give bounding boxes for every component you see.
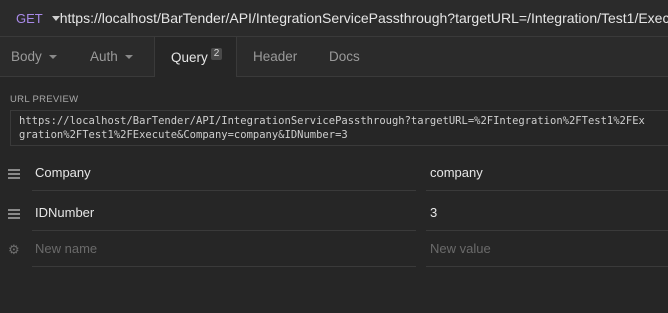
chevron-down-icon <box>48 54 57 59</box>
param-value-input[interactable]: 3 <box>426 194 668 231</box>
tab-label: Header <box>253 49 298 64</box>
tab-docs[interactable]: Docs <box>311 37 371 76</box>
tab-label: Query <box>171 49 208 65</box>
param-name-input[interactable]: IDNumber <box>32 194 416 231</box>
param-value-input[interactable]: company <box>426 154 668 191</box>
query-param-row: Company company <box>0 154 668 192</box>
request-tabs: Body Auth Query 2 Header Docs <box>0 37 668 77</box>
gear-icon[interactable]: ⚙ <box>8 242 20 258</box>
tab-label: Auth <box>90 49 118 64</box>
new-param-name-input[interactable]: New name <box>32 230 416 267</box>
tab-label: Docs <box>329 49 360 64</box>
chevron-down-icon <box>124 54 133 59</box>
url-preview-line: https://localhost/BarTender/API/Integrat… <box>19 115 645 127</box>
chevron-down-icon <box>51 15 60 21</box>
url-input[interactable]: https://localhost/BarTender/API/Integrat… <box>60 10 668 26</box>
method-label: GET <box>16 10 43 26</box>
url-preview-line: gration%2FTest1%2FExecute&Company=compan… <box>19 129 348 141</box>
param-name-input[interactable]: Company <box>32 154 416 191</box>
url-bar: GET https://localhost/BarTender/API/Inte… <box>0 0 668 37</box>
tab-query[interactable]: Query 2 <box>154 37 237 77</box>
url-preview: https://localhost/BarTender/API/Integrat… <box>10 110 668 146</box>
new-param-value-input[interactable]: New value <box>426 230 668 267</box>
method-dropdown[interactable]: GET <box>0 11 60 26</box>
tab-auth[interactable]: Auth <box>70 37 154 76</box>
query-param-row: IDNumber 3 <box>0 194 668 232</box>
count-badge: 2 <box>210 48 223 60</box>
tab-label: Body <box>11 49 42 64</box>
tab-body[interactable]: Body <box>0 37 70 76</box>
new-param-row: ⚙ New name New value <box>0 230 668 268</box>
drag-handle-icon[interactable] <box>8 209 20 219</box>
url-preview-label: URL PREVIEW <box>10 94 79 105</box>
tab-header[interactable]: Header <box>237 37 311 76</box>
drag-handle-icon[interactable] <box>8 169 20 179</box>
